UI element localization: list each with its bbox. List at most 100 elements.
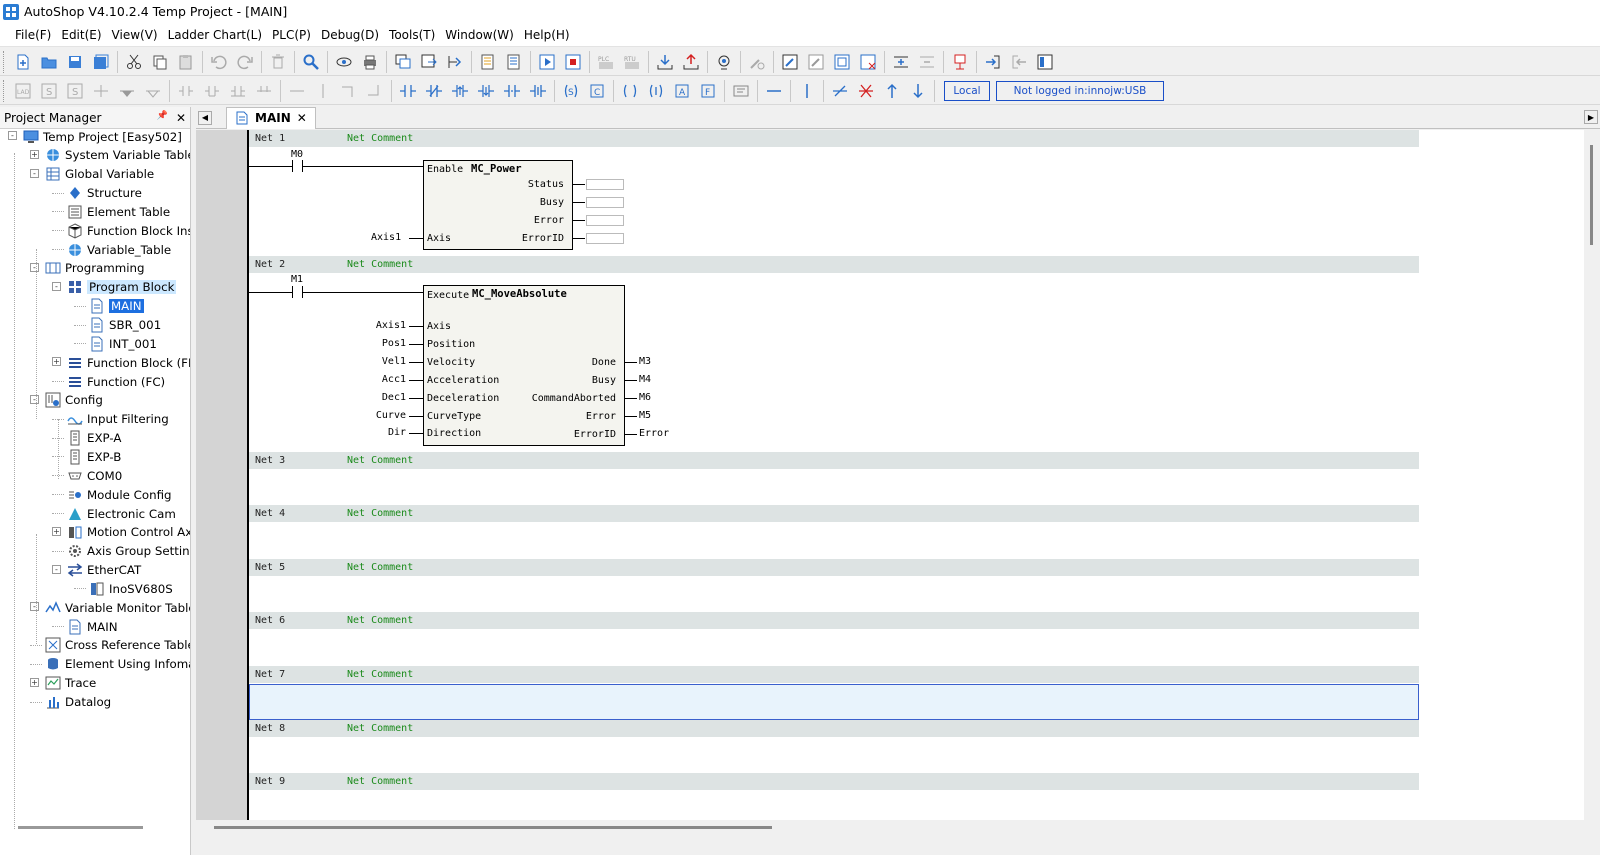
parallel-no-icon[interactable] [501, 80, 523, 102]
window-cascade-icon[interactable] [392, 51, 414, 73]
function-block-mc-power[interactable]: Enable MC_Power Status Busy Error ErrorI… [423, 160, 573, 250]
tree-item-axis-group-settings[interactable]: Axis Group Settings [66, 542, 190, 561]
expand-icon[interactable]: + [52, 357, 61, 367]
tree-item-inosv680s[interactable]: InoSV680S [88, 579, 173, 598]
tree-item-config[interactable]: Config [44, 391, 103, 410]
net-header[interactable]: Net 7 Net Comment [249, 666, 1419, 683]
net-header[interactable]: Net 6 Net Comment [249, 612, 1419, 629]
new-file-icon[interactable] [12, 51, 34, 73]
save-all-icon[interactable] [90, 51, 112, 73]
menu-tools[interactable]: Tools(T) [384, 25, 440, 45]
delete-row-icon[interactable] [916, 51, 938, 73]
tree-item-element-using-infomati[interactable]: Element Using Infomati [44, 655, 190, 674]
net-header[interactable]: Net 1 Net Comment [249, 130, 1419, 147]
insert-row-icon[interactable] [890, 51, 912, 73]
menu-window[interactable]: Window(W) [440, 25, 519, 45]
tree-item-main[interactable]: MAIN [88, 297, 144, 316]
logout-icon[interactable] [1008, 51, 1030, 73]
menu-debug[interactable]: Debug(D) [316, 25, 384, 45]
input-var-curvetype[interactable]: Curve [376, 410, 406, 421]
expand-icon[interactable]: + [30, 677, 39, 687]
toolbar-grip[interactable] [3, 50, 7, 73]
selected-net-row[interactable] [249, 684, 1419, 720]
output-coil-icon[interactable] [619, 80, 641, 102]
output-field-status[interactable] [586, 179, 624, 190]
collapse-icon[interactable]: - [30, 168, 39, 178]
scrollbar-thumb[interactable] [1590, 145, 1593, 245]
net-header[interactable]: Net 5 Net Comment [249, 559, 1419, 576]
menu-edit[interactable]: Edit(E) [56, 25, 106, 45]
falling-contact-icon[interactable] [475, 80, 497, 102]
collapse-icon[interactable]: - [30, 262, 39, 272]
contact-label[interactable]: M0 [291, 149, 303, 160]
collapse-icon[interactable]: - [52, 564, 61, 574]
upload-project-icon[interactable] [503, 51, 525, 73]
horizontal-scrollbar[interactable] [196, 820, 1584, 834]
collapse-icon[interactable]: - [30, 394, 39, 404]
input-var-velocity[interactable]: Vel1 [382, 356, 406, 367]
search-icon[interactable] [300, 51, 322, 73]
edit-mode-icon[interactable] [779, 51, 801, 73]
input-var-acceleration[interactable]: Acc1 [382, 374, 406, 385]
tree-item-module-config[interactable]: Module Config [66, 485, 172, 504]
compile-icon[interactable] [444, 51, 466, 73]
tree-item-temp-project-easy502[interactable]: Temp Project [Easy502] [22, 129, 182, 146]
menu-help[interactable]: Help(H) [519, 25, 575, 45]
network-delete-icon[interactable] [857, 51, 879, 73]
redo-icon[interactable] [234, 51, 256, 73]
tree-item-variable-table[interactable]: Variable_Table [66, 240, 171, 259]
run-icon[interactable] [536, 51, 558, 73]
tree-item-input-filtering[interactable]: Input Filtering [66, 410, 169, 429]
tree-item-com0[interactable]: COM0 [66, 466, 122, 485]
tree-item-function-block-fb[interactable]: Function Block (FB) [66, 353, 190, 372]
draw-vertical-icon[interactable] [796, 80, 818, 102]
toolbar-grip[interactable] [3, 79, 7, 102]
parallel-contact-2-icon[interactable] [201, 80, 223, 102]
tree-item-sbr-001[interactable]: SBR_001 [88, 316, 161, 335]
open-folder-icon[interactable] [38, 51, 60, 73]
network-icon[interactable] [831, 51, 853, 73]
layout-icon[interactable] [1034, 51, 1056, 73]
pin-icon[interactable]: 📌 [157, 111, 168, 125]
output-field-error[interactable] [586, 215, 624, 226]
nc-contact-icon[interactable] [423, 80, 445, 102]
menu-ladder-chart[interactable]: Ladder Chart(L) [163, 25, 267, 45]
stop-icon[interactable] [562, 51, 584, 73]
tab-close-icon[interactable]: ✕ [297, 111, 307, 125]
input-var-axis[interactable]: Axis1 [376, 320, 406, 331]
input-var-direction[interactable]: Dir [388, 427, 406, 438]
net-header[interactable]: Net 8 Net Comment [249, 720, 1419, 737]
net-comment[interactable]: Net Comment [347, 723, 413, 734]
compare-icon[interactable]: C [586, 80, 608, 102]
parallel-contact-icon[interactable] [175, 80, 197, 102]
copy-icon[interactable] [149, 51, 171, 73]
tree-item-function-block-inst[interactable]: Function Block Inst [66, 221, 190, 240]
parallel-contact-3-icon[interactable] [227, 80, 249, 102]
cut-icon[interactable] [123, 51, 145, 73]
net-header[interactable]: Net 2 Net Comment [249, 256, 1419, 273]
plc-icon[interactable]: PLC [595, 51, 617, 73]
paste-icon[interactable] [175, 51, 197, 73]
inverted-coil-icon[interactable] [645, 80, 667, 102]
comment-icon[interactable] [730, 80, 752, 102]
undo-icon[interactable] [208, 51, 230, 73]
collapse-icon[interactable]: - [8, 131, 17, 140]
tree-item-global-variable[interactable]: Global Variable [44, 165, 154, 184]
tree-item-trace[interactable]: Trace [44, 674, 96, 693]
set-coil-icon[interactable]: S [560, 80, 582, 102]
corner-line-icon[interactable] [338, 80, 360, 102]
collapse-icon[interactable]: - [30, 602, 39, 612]
parallel-nc-icon[interactable] [527, 80, 549, 102]
function-block-icon[interactable]: A [671, 80, 693, 102]
local-button[interactable]: Local [944, 80, 990, 101]
tree-item-element-table[interactable]: Element Table [66, 202, 170, 221]
login-icon[interactable] [982, 51, 1004, 73]
sfc-icon[interactable]: S [38, 80, 60, 102]
tree-item-datalog[interactable]: Datalog [44, 693, 111, 712]
corner-line-2-icon[interactable] [364, 80, 386, 102]
arrow-down-icon[interactable] [907, 80, 929, 102]
output-var-done[interactable]: M3 [639, 356, 651, 367]
erase-line-icon[interactable] [855, 80, 877, 102]
download-project-icon[interactable] [477, 51, 499, 73]
expand-icon[interactable]: + [30, 149, 39, 159]
